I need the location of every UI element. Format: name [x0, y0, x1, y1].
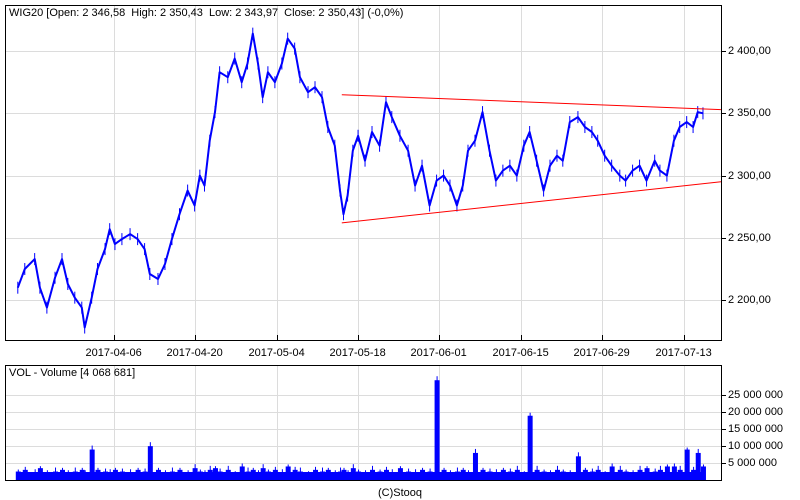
- price-lines: [16, 27, 722, 334]
- x-tick-label: 2017-06-29: [573, 347, 630, 359]
- footer-copyright: (C)Stooq: [378, 487, 423, 499]
- x-tick-label: 2017-06-01: [410, 347, 467, 359]
- x-tick-label: 2017-05-18: [329, 347, 386, 359]
- price-chart-title: WIG20 [Open: 2 346,58 High: 2 350,43 Low…: [9, 7, 404, 19]
- volume-chart-title: VOL - Volume [4 068 681]: [9, 367, 136, 379]
- volume-tick-label: 5 000 000: [728, 456, 777, 469]
- volume-tick-label: 25 000 000: [728, 388, 784, 401]
- y-tick-label: 2 250,00: [728, 231, 771, 244]
- x-tick-label: 2017-05-04: [248, 347, 305, 359]
- y-tick-label: 2 300,00: [728, 169, 771, 182]
- x-tick-label: 2017-06-15: [492, 347, 549, 359]
- x-tick-label: 2017-04-06: [85, 347, 142, 359]
- volume-baseline-band: [17, 472, 705, 480]
- stock-chart: [5, 5, 726, 481]
- y-tick-label: 2 400,00: [728, 44, 771, 57]
- price-grid: [5, 5, 721, 340]
- volume-grid: [5, 365, 721, 480]
- price-line: [16, 32, 704, 329]
- x-tick-label: 2017-07-13: [655, 347, 712, 359]
- y-tick-label: 2 200,00: [728, 293, 771, 306]
- y-tick-label: 2 350,00: [728, 106, 771, 119]
- volume-tick-label: 15 000 000: [728, 422, 784, 435]
- upper-trendline: [341, 94, 722, 111]
- x-tick-label: 2017-04-20: [166, 347, 223, 359]
- volume-tick-label: 10 000 000: [728, 439, 784, 452]
- price-panel-frame: [5, 5, 722, 341]
- lower-trendline: [341, 181, 722, 224]
- volume-tick-label: 20 000 000: [728, 405, 784, 418]
